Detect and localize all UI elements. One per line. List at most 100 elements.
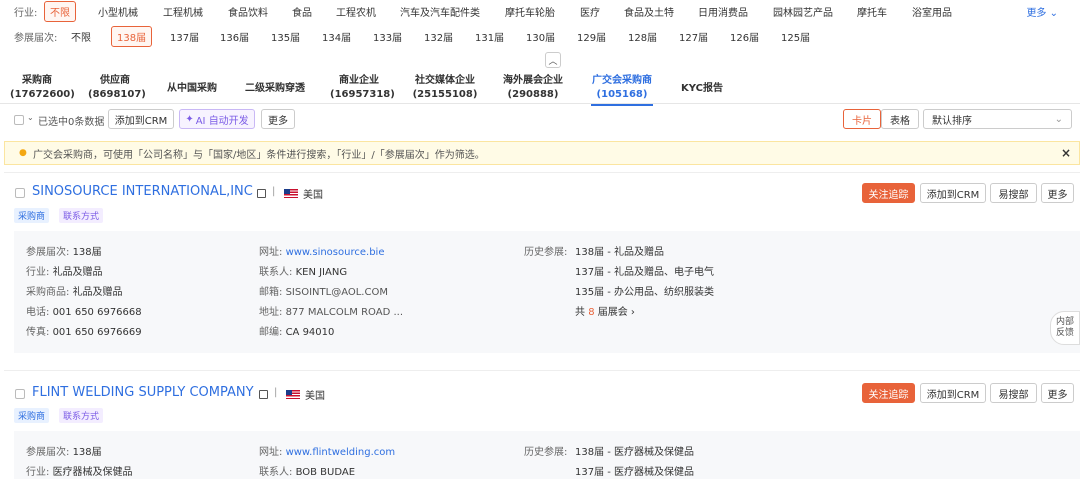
session-option[interactable]: 134届 [322, 29, 351, 44]
contact-tag: 联系方式 [59, 408, 104, 423]
history-total-link[interactable]: 共 8 届展会 › [575, 303, 635, 318]
company-details: 参展届次: 138届 行业: 礼品及赠品 采购商品: 礼品及赠品 电话: 001… [14, 231, 1080, 353]
industry-option[interactable]: 浴室用品 [912, 4, 952, 19]
notice-text: 广交会采购商，可使用「公司名称」与「国家/地区」条件进行搜索，「行业」/「参展届… [33, 149, 485, 161]
table-view-button[interactable]: 表格 [881, 109, 919, 129]
industry-option[interactable]: 摩托车 [857, 4, 887, 19]
add-to-crm-button[interactable]: 添加到CRM [920, 183, 986, 203]
row-checkbox[interactable] [15, 389, 25, 399]
industry-filter: 行业: 不限 小型机械 工程机械 食品饮料 食品 工程农机 汽车及汽车配件类 摩… [0, 0, 1080, 22]
history-item: 135届 - 办公用品、纺织服装类 [575, 287, 715, 298]
contact-field: 联系人: BOB BUDAE [259, 467, 356, 478]
row-checkbox[interactable] [15, 188, 25, 198]
ai-auto-develop-button[interactable]: ✦ AI 自动开发 [179, 109, 255, 129]
sparkle-icon: ✦ [185, 113, 194, 125]
session-option[interactable]: 136届 [220, 29, 249, 44]
chevron-down-icon[interactable]: ⌄ [27, 113, 34, 122]
easy-search-button[interactable]: 易搜部 [990, 383, 1037, 403]
session-option[interactable]: 126届 [730, 29, 759, 44]
more-button[interactable]: 更多 [1041, 183, 1074, 203]
easy-search-button[interactable]: 易搜部 [990, 183, 1037, 203]
session-option[interactable]: 不限 [71, 29, 91, 44]
website-link[interactable]: www.sinosource.bie [286, 247, 385, 258]
industry-option[interactable]: 小型机械 [98, 4, 138, 19]
session-field: 参展届次: 138届 [26, 247, 102, 258]
select-all-checkbox[interactable] [14, 115, 24, 125]
add-to-crm-button[interactable]: 添加到CRM [108, 109, 174, 129]
results-toolbar: ⌄ 已选中0条数据 添加到CRM ✦ AI 自动开发 更多 卡片 表格 [0, 108, 1080, 132]
industry-option[interactable]: 食品 [292, 4, 312, 19]
chevron-down-icon: ⌄ [1054, 113, 1063, 125]
industry-option[interactable]: 园林园艺产品 [773, 4, 833, 19]
industry-more-link[interactable]: 更多 ⌄ [1026, 4, 1058, 19]
copy-icon[interactable] [257, 189, 266, 198]
us-flag-icon [284, 189, 298, 198]
session-option[interactable]: 127届 [679, 29, 708, 44]
session-option[interactable]: 132届 [424, 29, 453, 44]
company-name-link[interactable]: SINOSOURCE INTERNATIONAL,INC [32, 184, 253, 199]
email-field: 邮箱: SISOINTL@AOL.COM [259, 287, 388, 298]
session-option[interactable]: 128届 [628, 29, 657, 44]
industry-option-any[interactable]: 不限 [44, 0, 76, 22]
website-field: 网址: www.flintwelding.com [259, 447, 396, 458]
tab-commercial[interactable]: 商业企业 (16957318) [330, 74, 395, 102]
industry-field: 行业: 礼品及赠品 [26, 267, 103, 278]
tab-kyc-report[interactable]: KYC报告 [678, 82, 726, 96]
tab-buy-from-china[interactable]: 从中国采购 [160, 82, 224, 96]
country: 美国 [305, 391, 325, 402]
session-option[interactable]: 129届 [577, 29, 606, 44]
session-option[interactable]: 125届 [781, 29, 810, 44]
divider: | [274, 387, 278, 398]
add-to-crm-button[interactable]: 添加到CRM [920, 383, 986, 403]
tab-overseas-expo[interactable]: 海外展会企业 (290888) [500, 74, 566, 102]
history-label: 历史参展: [524, 447, 568, 458]
card-view-button[interactable]: 卡片 [843, 109, 881, 129]
collapse-filters-button[interactable]: ︿ [545, 52, 561, 68]
follow-button[interactable]: 关注追踪 [862, 383, 915, 403]
contact-tag: 联系方式 [59, 208, 104, 223]
internal-feedback-button[interactable]: 内部 反馈 [1050, 311, 1080, 345]
session-option[interactable]: 131届 [475, 29, 504, 44]
industry-option[interactable]: 工程农机 [336, 4, 376, 19]
bell-icon: ● [19, 148, 27, 158]
session-option[interactable]: 133届 [373, 29, 402, 44]
close-icon[interactable]: × [1061, 146, 1071, 160]
industry-option[interactable]: 汽车及汽车配件类 [400, 4, 480, 19]
country: 美国 [303, 190, 323, 201]
history-item: 137届 - 礼品及赠品、电子电气 [575, 267, 715, 278]
phone-field: 电话: 001 650 6976668 [26, 307, 142, 318]
buyer-tag: 采购商 [14, 208, 50, 223]
tab-canton-fair-buyers[interactable]: 广交会采购商 (105168) [591, 74, 653, 106]
more-button[interactable]: 更多 [1041, 383, 1074, 403]
company-details: 参展届次: 138届 行业: 医疗器械及保健品 网址: www.flintwel… [14, 431, 1080, 479]
industry-option[interactable]: 日用消费品 [698, 4, 748, 19]
industry-option[interactable]: 食品饮料 [228, 4, 268, 19]
industry-filter-label: 行业: [14, 7, 38, 19]
history-item: 138届 - 礼品及赠品 [575, 247, 665, 258]
tab-suppliers[interactable]: 供应商 (8698107) [88, 74, 146, 102]
selected-count: 已选中0条数据 [38, 117, 105, 128]
history-item: 138届 - 医疗器械及保健品 [575, 447, 695, 458]
fax-field: 传真: 001 650 6976669 [26, 327, 142, 338]
sort-select[interactable]: 默认排序 ⌄ [923, 109, 1072, 129]
follow-button[interactable]: 关注追踪 [862, 183, 915, 203]
industry-option[interactable]: 摩托车轮胎 [505, 4, 555, 19]
industry-option[interactable]: 医疗 [580, 4, 600, 19]
session-option-138[interactable]: 138届 [111, 25, 153, 47]
session-option[interactable]: 135届 [271, 29, 300, 44]
products-field: 采购商品: 礼品及赠品 [26, 287, 123, 298]
industry-option[interactable]: 食品及土特 [624, 4, 674, 19]
buyer-tag: 采购商 [14, 408, 50, 423]
copy-icon[interactable] [259, 390, 268, 399]
company-name-link[interactable]: FLINT WELDING SUPPLY COMPANY [32, 385, 254, 400]
more-button[interactable]: 更多 [261, 109, 295, 129]
session-option[interactable]: 137届 [170, 29, 199, 44]
tab-buyers[interactable]: 采购商 (17672600) [10, 74, 75, 102]
website-link[interactable]: www.flintwelding.com [286, 447, 396, 458]
history-item: 137届 - 医疗器械及保健品 [575, 467, 695, 478]
tab-social-media[interactable]: 社交媒体企业 (25155108) [412, 74, 478, 102]
industry-option[interactable]: 工程机械 [163, 4, 203, 19]
session-option[interactable]: 130届 [526, 29, 555, 44]
result-card: FLINT WELDING SUPPLY COMPANY | 美国 关注追踪 添… [4, 370, 1080, 479]
tab-secondary-sourcing[interactable]: 二级采购穿透 [242, 82, 308, 96]
